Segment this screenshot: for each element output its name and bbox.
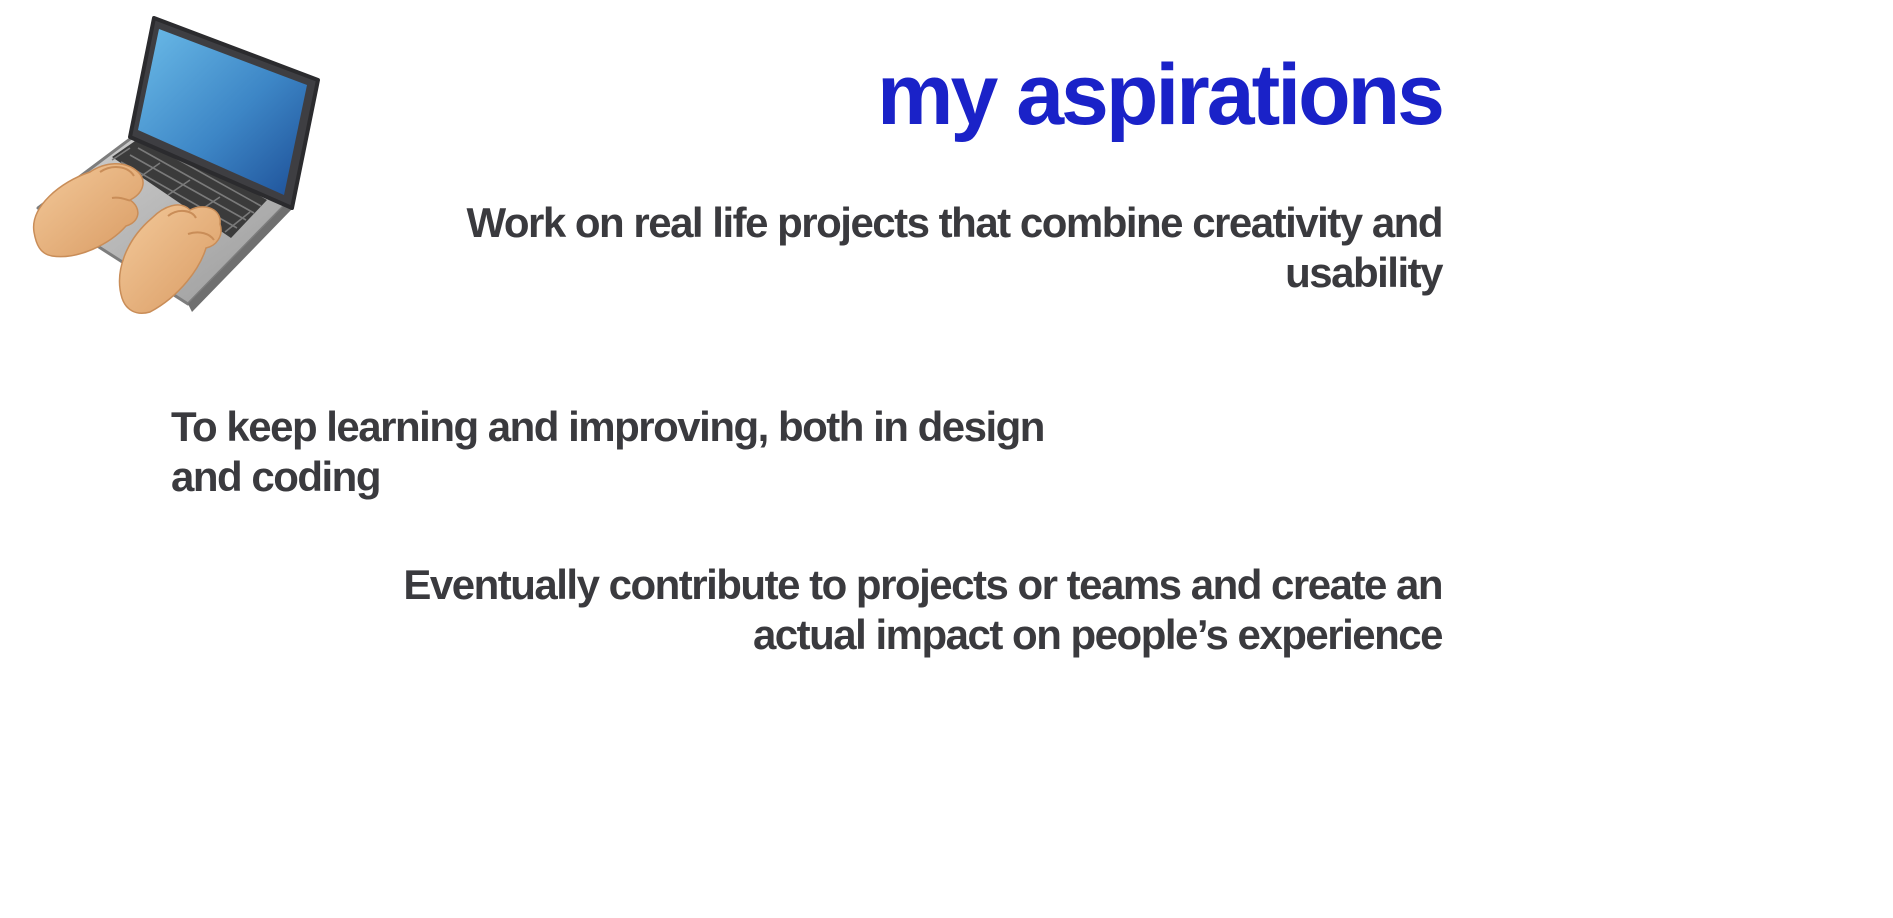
aspiration-item: To keep learning and improving, both in … [171, 403, 1045, 501]
laptop-typing-icon [30, 12, 330, 322]
aspiration-item: Work on real life projects that combine … [466, 199, 1443, 297]
page-title: my aspirations [877, 47, 1445, 143]
aspiration-item: Eventually contribute to projects or tea… [403, 561, 1443, 659]
